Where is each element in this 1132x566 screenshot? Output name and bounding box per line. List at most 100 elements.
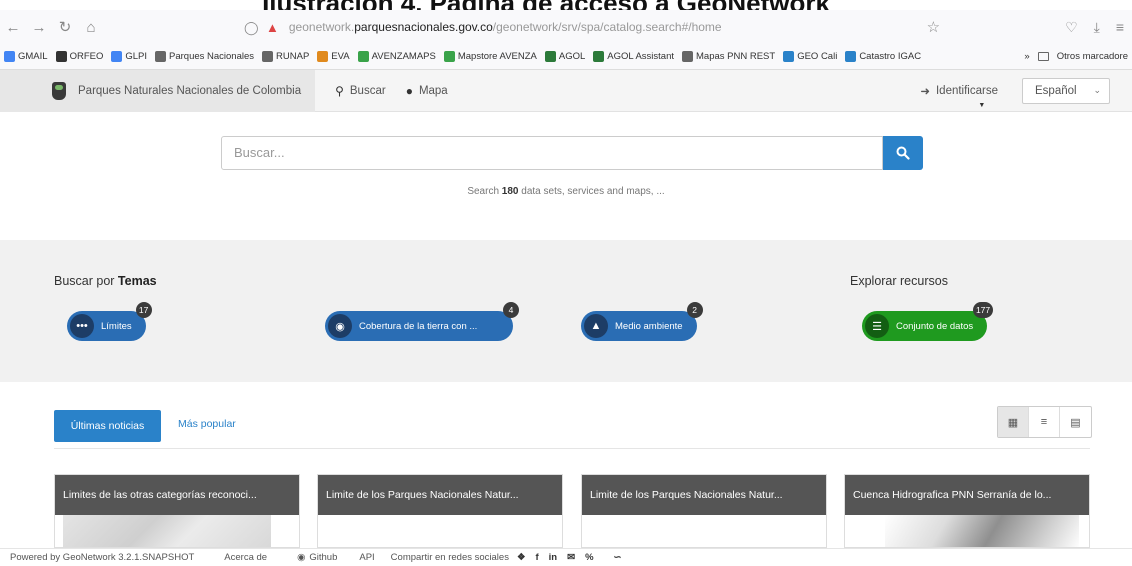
result-card[interactable]: Limites de las otras categorías reconoci… bbox=[54, 474, 300, 548]
twitter-icon[interactable]: ❖ bbox=[517, 552, 526, 563]
email-icon[interactable]: ✉ bbox=[567, 552, 575, 563]
geocali-icon bbox=[783, 51, 795, 62]
tab-most-popular[interactable]: Más popular bbox=[178, 418, 236, 430]
chevron-down-icon: ⌄ bbox=[1093, 85, 1101, 95]
resource-pill-datasets[interactable]: ☰ Conjunto de datos 177 bbox=[862, 302, 994, 341]
nav-search-link[interactable]: ⚲ Buscar bbox=[335, 84, 386, 98]
bookmark-item[interactable]: Mapas PNN REST bbox=[682, 51, 775, 62]
folder-icon bbox=[1037, 52, 1049, 61]
other-bookmarks-folder[interactable]: Otros marcadore bbox=[1057, 51, 1128, 62]
bookmark-item[interactable]: GMAIL bbox=[4, 51, 48, 62]
orfeo-icon bbox=[55, 51, 67, 62]
search-section: Buscar... Search 180 data sets, services… bbox=[0, 112, 1132, 240]
shield-icon: ◯ bbox=[244, 20, 259, 35]
topic-pill-cobertura[interactable]: ◉ Cobertura de la tierra con ... 4 bbox=[325, 302, 519, 341]
footer: Powered by GeoNetwork 3.2.1.SNAPSHOT Ace… bbox=[0, 548, 1132, 566]
topic-pill-medio-ambiente[interactable]: ▲ Medio ambiente 2 bbox=[581, 302, 703, 341]
search-button[interactable] bbox=[883, 136, 923, 170]
google-icon bbox=[111, 51, 123, 62]
results-section: Últimas noticias Más popular ▦ ≡ ▤ Limit… bbox=[0, 382, 1132, 548]
menu-icon[interactable]: ≡ bbox=[1116, 19, 1124, 36]
brand-name: Parques Naturales Nacionales de Colombia bbox=[78, 84, 302, 97]
tree-icon: ▲ bbox=[584, 314, 608, 338]
bookmark-star-icon[interactable]: ☆ bbox=[927, 18, 940, 36]
globe-icon: ● bbox=[405, 83, 413, 98]
result-card[interactable]: Cuenca Hidrografica PNN Serranía de lo..… bbox=[844, 474, 1090, 548]
search-summary: Search 180 data sets, services and maps,… bbox=[467, 186, 665, 197]
grid-view-icon[interactable]: ▦ bbox=[998, 407, 1029, 437]
topic-pill-limites[interactable]: ••• Límites 17 bbox=[67, 302, 152, 341]
lock-icon[interactable]: ▲ bbox=[266, 20, 279, 35]
topics-section: Buscar por Temas Explorar recursos ••• L… bbox=[0, 240, 1132, 382]
ellipsis-icon: ••• bbox=[70, 314, 94, 338]
rss-icon[interactable]: ∽ bbox=[614, 552, 622, 563]
topics-title: Buscar por Temas bbox=[54, 274, 157, 288]
sign-in-icon: ➜ bbox=[920, 85, 930, 98]
agol-icon bbox=[544, 51, 556, 62]
tabs-divider bbox=[54, 448, 1090, 449]
about-link[interactable]: Acerca de bbox=[224, 552, 267, 563]
bookmark-item[interactable]: Catastro IGAC bbox=[845, 51, 921, 62]
agol-icon bbox=[593, 51, 605, 62]
database-icon: ☰ bbox=[865, 314, 889, 338]
back-icon[interactable]: ← bbox=[0, 19, 26, 36]
list-view-icon[interactable]: ≡ bbox=[1029, 407, 1060, 437]
resource-count-badge: 177 bbox=[972, 302, 994, 318]
address-bar[interactable]: ◯ ▲ geonetwork.parquesnacionales.gov.co/… bbox=[244, 18, 964, 36]
home-icon[interactable]: ⌂ bbox=[78, 19, 104, 36]
bookmark-item[interactable]: RUNAP bbox=[262, 51, 309, 62]
search-input[interactable]: Buscar... bbox=[221, 136, 883, 170]
bookmark-item[interactable]: GLPI bbox=[111, 51, 147, 62]
more-bookmarks-icon[interactable]: » bbox=[1024, 51, 1029, 62]
eva-icon bbox=[317, 51, 329, 62]
url-text: geonetwork.parquesnacionales.gov.co/geon… bbox=[288, 20, 722, 34]
bookmark-item[interactable]: ORFEO bbox=[55, 51, 103, 62]
link-icon[interactable]: % bbox=[585, 552, 593, 563]
share-label: Compartir en redes sociales bbox=[390, 552, 509, 563]
pocket-icon[interactable]: ♡ bbox=[1065, 19, 1078, 36]
avenza-icon bbox=[443, 51, 455, 62]
explore-title: Explorar recursos bbox=[850, 274, 948, 288]
bookmark-item[interactable]: Mapstore AVENZA bbox=[443, 51, 537, 62]
result-card[interactable]: Limite de los Parques Nacionales Natur..… bbox=[581, 474, 827, 548]
caret-down-icon: ▼ bbox=[978, 101, 986, 109]
brand-link[interactable]: Parques Naturales Nacionales de Colombia bbox=[0, 69, 316, 112]
bookmark-item[interactable]: Parques Nacionales bbox=[155, 51, 254, 62]
google-icon bbox=[4, 51, 15, 62]
globe-icon bbox=[262, 51, 274, 62]
reload-icon[interactable]: ↻ bbox=[52, 18, 78, 36]
topic-count-badge: 17 bbox=[135, 302, 152, 318]
card-thumbnail bbox=[582, 515, 826, 547]
facebook-icon[interactable]: f bbox=[535, 552, 538, 563]
igac-icon bbox=[845, 51, 857, 62]
table-view-icon[interactable]: ▤ bbox=[1060, 407, 1091, 437]
bookmark-item[interactable]: AGOL Assistant bbox=[593, 51, 674, 62]
card-thumbnail bbox=[845, 515, 1089, 547]
app-navbar: Parques Naturales Nacionales de Colombia… bbox=[0, 69, 1132, 112]
result-card[interactable]: Limite de los Parques Nacionales Natur..… bbox=[317, 474, 563, 548]
tab-latest-news[interactable]: Últimas noticias bbox=[54, 410, 161, 442]
bookmark-item[interactable]: GEO Cali bbox=[783, 51, 837, 62]
browser-toolbar: ← → ↻ ⌂ ◯ ▲ geonetwork.parquesnacionales… bbox=[0, 10, 1132, 44]
bookmark-item[interactable]: EVA bbox=[317, 51, 350, 62]
topic-count-badge: 2 bbox=[686, 302, 703, 318]
view-mode-toggle: ▦ ≡ ▤ bbox=[997, 406, 1092, 438]
globe-icon bbox=[155, 51, 166, 62]
api-link[interactable]: API bbox=[359, 552, 374, 563]
globe-icon: ◉ bbox=[328, 314, 352, 338]
bookmark-item[interactable]: AGOL bbox=[544, 51, 585, 62]
github-icon: ◉ bbox=[297, 552, 306, 563]
avenza-icon bbox=[357, 51, 369, 62]
language-select[interactable]: Español ⌄ bbox=[1022, 77, 1110, 104]
card-thumbnail bbox=[55, 515, 299, 547]
pnn-logo-icon bbox=[52, 81, 66, 100]
forward-icon[interactable]: → bbox=[26, 19, 52, 36]
bookmark-item[interactable]: AVENZAMAPS bbox=[357, 51, 436, 62]
powered-by-text: Powered by GeoNetwork 3.2.1.SNAPSHOT bbox=[10, 552, 195, 563]
github-link[interactable]: ◉ Github bbox=[297, 552, 337, 563]
download-icon[interactable]: ⤓ bbox=[1094, 19, 1100, 36]
linkedin-icon[interactable]: in bbox=[549, 552, 557, 563]
topic-count-badge: 4 bbox=[503, 302, 519, 318]
login-link[interactable]: ➜ Identificarse ▼ bbox=[920, 84, 998, 109]
nav-map-link[interactable]: ● Mapa bbox=[406, 84, 448, 98]
